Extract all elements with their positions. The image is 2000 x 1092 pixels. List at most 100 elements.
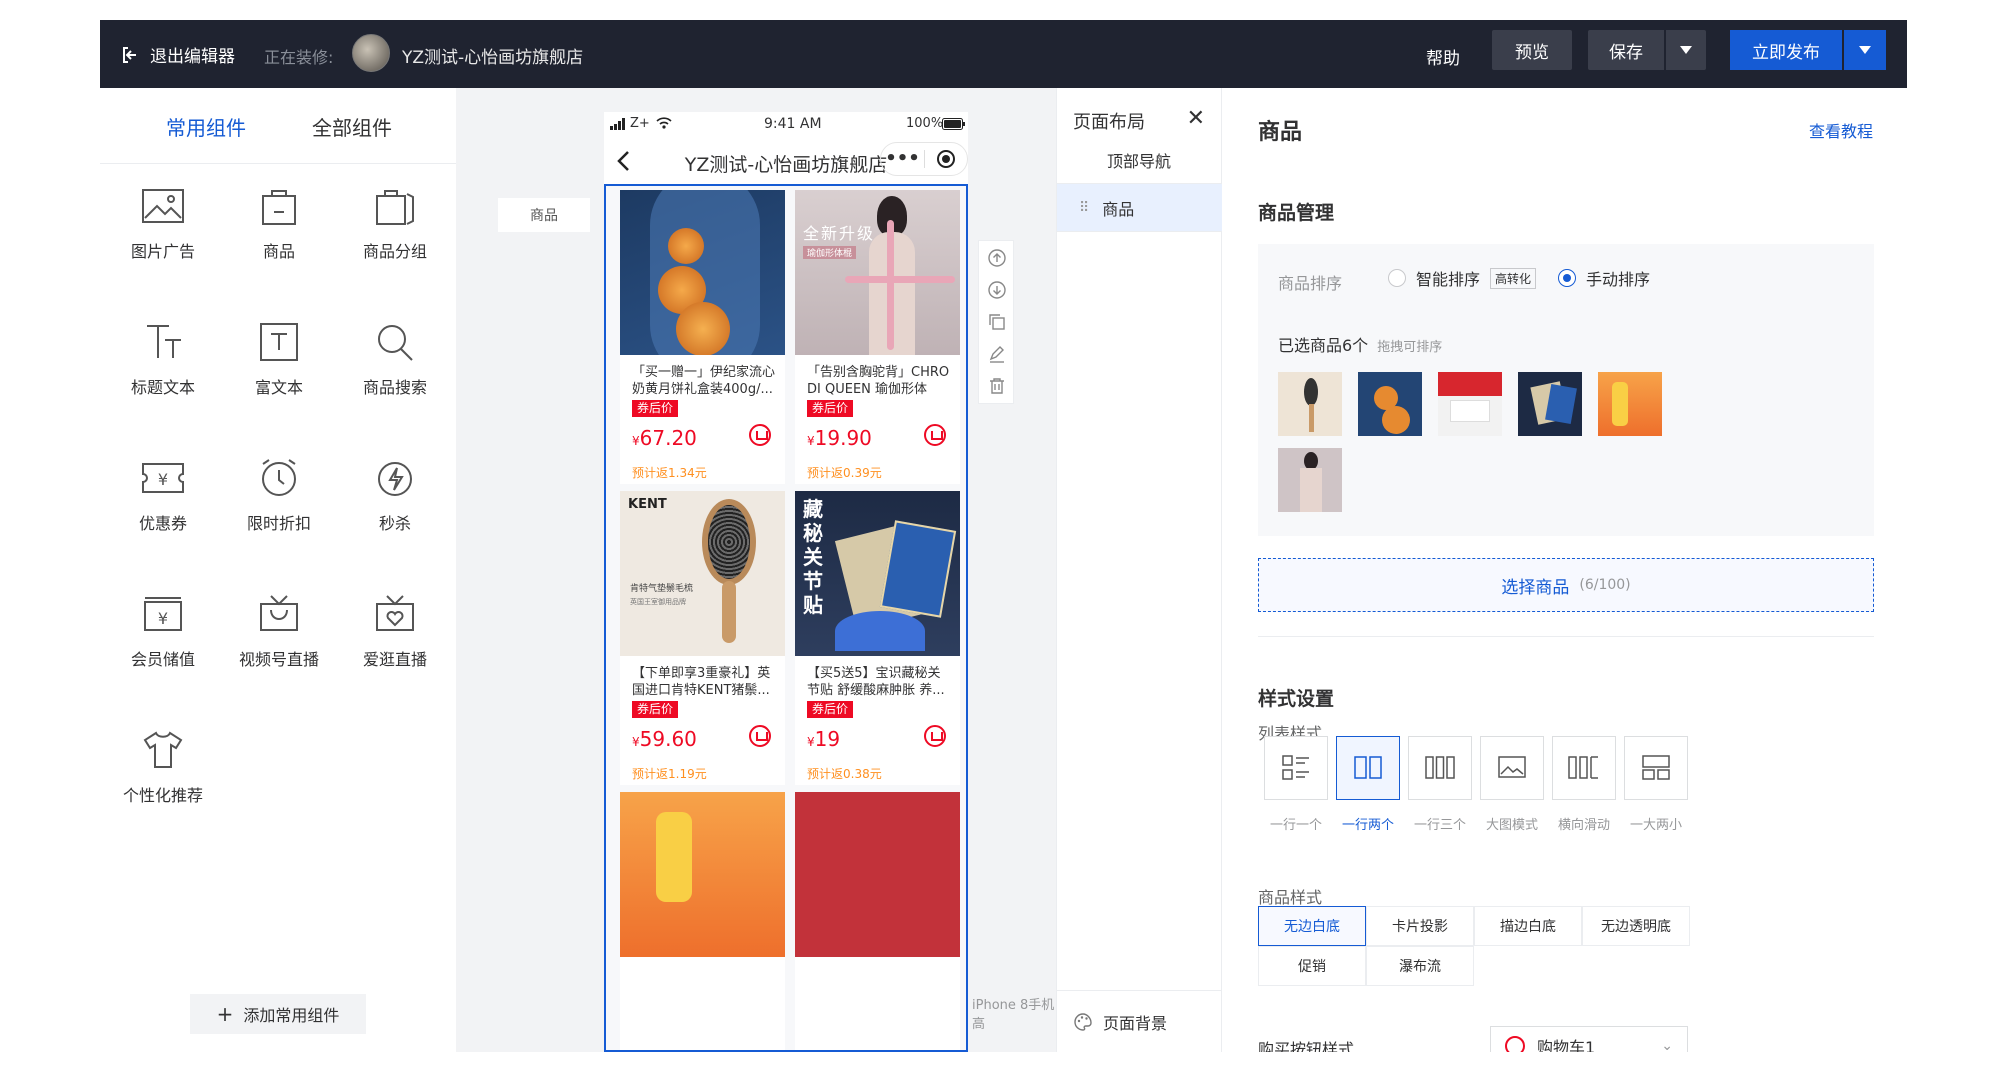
component-label: 商品分组 [362,242,427,261]
goods-style-waterfall[interactable]: 瀑布流 [1366,946,1474,986]
goods-card[interactable] [620,792,785,1050]
publish-button[interactable]: 立即发布 [1730,30,1842,70]
currency-symbol: ¥ [632,434,640,448]
list-style-two-per-row[interactable] [1336,736,1400,800]
component-goods-search[interactable]: 商品搜索 [340,322,450,398]
selected-goods-thumb[interactable] [1518,372,1582,436]
shop-avatar [352,34,390,72]
battery-icon [942,118,965,130]
list-style-horizontal-scroll[interactable] [1552,736,1616,800]
list-style-label-item: 横向滑动 [1557,818,1610,833]
save-dropdown-button[interactable] [1666,30,1706,70]
component-title-text[interactable]: 标题文本 [108,322,218,398]
component-member-recharge[interactable]: ¥ 会员储值 [108,594,218,670]
goods-card[interactable] [795,792,960,1050]
currency-symbol: ¥ [807,735,815,749]
component-image-ad[interactable]: 图片广告 [108,186,218,262]
list-style-one-per-row[interactable] [1264,736,1328,800]
selected-goods-thumb[interactable] [1278,448,1342,512]
buy-button-style-value: 购物车1 [1537,1038,1596,1052]
move-down-icon[interactable] [988,281,1006,299]
publish-dropdown-button[interactable] [1844,30,1886,70]
component-coupon[interactable]: ¥ 优惠券 [108,458,218,534]
chevron-down-icon [1859,46,1871,54]
shop-name: YZ测试-心怡画坊旗舰店 [402,48,584,68]
list-style-three-per-row[interactable] [1408,736,1472,800]
goods-title: 【买5送5】宝识藏秘关节贴 舒缓酸麻肿胀 养... [807,666,945,698]
patch-image-headline: 藏秘关节贴 [803,497,823,617]
preview-button[interactable]: 预览 [1492,30,1572,70]
component-aiguang-live[interactable]: 爱逛直播 [340,594,450,670]
plus-icon: + [216,1002,234,1026]
layout-item-top-nav[interactable]: 顶部导航 [1057,136,1223,184]
copy-icon[interactable] [988,313,1006,331]
component-channel-live[interactable]: 视频号直播 [224,594,334,670]
list-one-icon [1282,755,1309,780]
component-label: 图片广告 [130,242,195,261]
drag-handle-icon[interactable]: ⠿ [1079,200,1089,216]
sort-manual-label: 手动排序 [1586,270,1651,289]
close-icon[interactable]: ✕ [1187,106,1205,131]
list-style-big-image[interactable] [1480,736,1544,800]
exit-editor-button[interactable]: 退出编辑器 [120,42,235,67]
component-rich-text[interactable]: 富文本 [224,322,334,398]
cart-icon[interactable] [749,725,771,747]
goods-style-no-border-white[interactable]: 无边白底 [1258,906,1366,946]
list-style-one-big-two-small[interactable] [1624,736,1688,800]
goods-card[interactable]: 「买一赠一」伊纪家流心奶黄月饼礼盒装400g/... 券后价 ¥67.20 预计… [620,190,785,484]
tab-all-components[interactable]: 全部组件 [312,112,392,141]
cart-icon[interactable] [924,424,946,446]
goods-style-card-shadow[interactable]: 卡片投影 [1366,906,1474,946]
selected-goods-thumb[interactable] [1358,372,1422,436]
goods-card[interactable]: 全新升级 瑜伽形体棍 「告别含胸驼背」CHRO DI QUEEN 瑜伽形体棍..… [795,190,960,484]
goods-price-value: 19.90 [814,426,872,450]
add-common-component-button[interactable]: + 添加常用组件 [190,994,366,1034]
delete-icon[interactable] [988,377,1006,395]
sort-smart-radio[interactable]: 智能排序 高转化 [1388,266,1537,290]
component-label: 富文本 [254,378,303,397]
cart-icon[interactable] [924,725,946,747]
buy-button-style-select[interactable]: 购物车1 ⌄ [1490,1026,1688,1052]
target-icon[interactable] [925,150,967,168]
goods-style-no-border-transparent[interactable]: 无边透明底 [1582,906,1690,946]
select-goods-label: 选择商品 [1501,577,1570,598]
save-button[interactable]: 保存 [1588,30,1664,70]
goods-card[interactable]: KENT 肯特气垫鬃毛梳 英国王室御用品牌 【下单即享3重豪礼】英国进口肯特KE… [620,491,785,785]
tutorial-link[interactable]: 查看教程 [1809,118,1873,142]
selected-goods-thumb[interactable] [1598,372,1662,436]
page-background-button[interactable]: 页面背景 [1057,990,1223,1052]
goods-card[interactable]: 藏秘关节贴 【买5送5】宝识藏秘关节贴 舒缓酸麻肿胀 养... 券后价 ¥19 … [795,491,960,785]
edit-icon[interactable] [988,345,1006,363]
svg-text:¥: ¥ [158,470,168,489]
select-goods-button[interactable]: 选择商品 (6/100) [1258,558,1874,612]
help-link[interactable]: 帮助 [1426,44,1460,69]
cart-icon[interactable] [749,424,771,446]
selected-goods-thumb[interactable] [1278,372,1342,436]
component-limited-discount[interactable]: 限时折扣 [224,458,334,534]
high-conversion-badge: 高转化 [1490,267,1537,289]
lightning-icon [378,462,412,496]
sort-manual-radio[interactable]: 手动排序 [1558,266,1650,290]
selected-goods-thumb[interactable] [1438,372,1502,436]
more-dots-icon[interactable]: ••• [881,150,924,168]
chevron-down-icon: ⌄ [1661,1038,1673,1052]
component-label: 爱逛直播 [362,650,427,669]
component-personal-recommend[interactable]: 个性化推荐 [108,730,218,806]
search-icon [378,325,413,361]
move-up-icon[interactable] [988,249,1006,267]
goods-style-promotion[interactable]: 促销 [1258,946,1366,986]
list-style-label-item: 一行三个 [1413,818,1466,833]
component-goods[interactable]: 商品 [224,186,334,262]
signal-icon [610,118,625,130]
image-icon [142,189,184,223]
layout-item-goods[interactable]: ⠿ 商品 [1057,184,1223,232]
phone-nav-bar: YZ测试-心怡画坊旗舰店 ••• [604,138,968,184]
component-goods-group[interactable]: 商品分组 [340,186,450,262]
component-side-label[interactable]: 商品 [498,198,590,232]
goods-style-outline-white[interactable]: 描边白底 [1474,906,1582,946]
goods-list-component[interactable]: 「买一赠一」伊纪家流心奶黄月饼礼盒装400g/... 券后价 ¥67.20 预计… [604,184,968,1052]
component-label: 个性化推荐 [122,786,203,805]
component-flash-sale[interactable]: 秒杀 [340,458,450,534]
cart-icon [1505,1036,1525,1052]
tab-common-components[interactable]: 常用组件 [166,112,246,141]
